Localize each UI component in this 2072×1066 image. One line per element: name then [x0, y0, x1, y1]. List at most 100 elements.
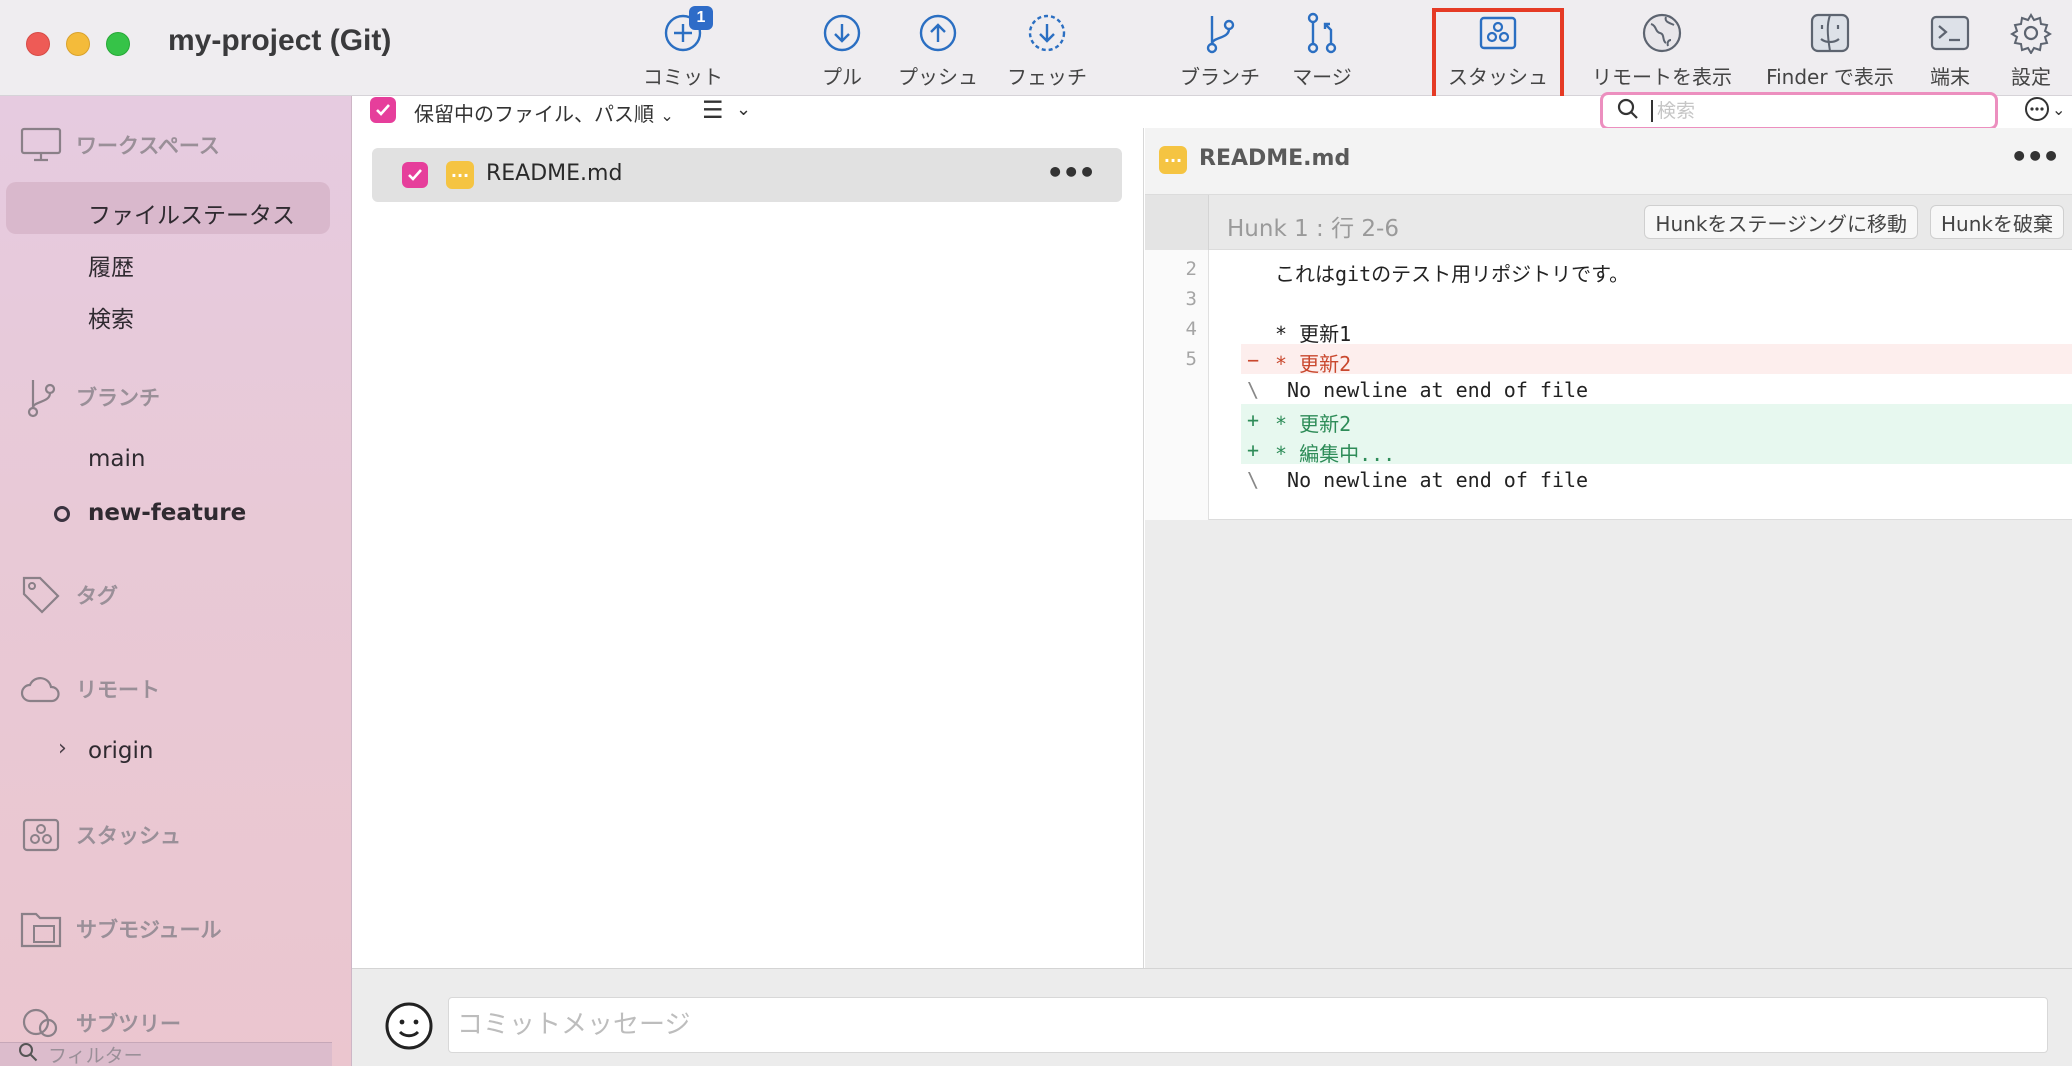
settings-button[interactable]: 設定	[2004, 10, 2058, 90]
disclosure-chevron-right-icon[interactable]: ›	[58, 736, 67, 761]
commit-message-input[interactable]	[448, 997, 2048, 1053]
file-sort-label: 保留中のファイル、パス順	[414, 102, 654, 126]
monitor-icon	[20, 124, 62, 166]
diff-line-gutter	[1145, 434, 1209, 464]
window-title: my-project (Git)	[168, 24, 392, 57]
diff-line-del[interactable]: 5 − * 更新2	[1145, 344, 2072, 376]
file-actions-ellipsis-icon[interactable]: •••	[1046, 156, 1096, 189]
sidebar-section-branches[interactable]: ブランチ	[20, 376, 160, 418]
zoom-window-button[interactable]	[106, 32, 130, 56]
show-in-finder-button[interactable]: Finder で表示	[1760, 10, 1900, 90]
diff-file-name: README.md	[1199, 146, 1351, 171]
cloud-icon	[20, 668, 62, 710]
line-text: No newline at end of file	[1275, 378, 1589, 402]
sidebar-item-branch-new-feature[interactable]: new-feature	[88, 500, 246, 526]
sidebar-item-remote-origin[interactable]: origin	[88, 738, 154, 764]
line-text: これはgitのテスト用リポジトリです。	[1275, 262, 1630, 286]
line-text: No newline at end of file	[1275, 468, 1589, 492]
sidebar-item-branch-main[interactable]: main	[88, 446, 145, 472]
stash-icon	[20, 814, 62, 856]
hunk-title: Hunk 1 : 行 2-6	[1227, 216, 1399, 242]
merge-label: マージ	[1292, 65, 1352, 89]
sidebar-item-file-status[interactable]: ファイルステータス	[88, 196, 295, 230]
chevron-down-icon[interactable]: ⌄	[736, 99, 751, 120]
more-options-button[interactable]: ⌄	[2024, 96, 2065, 122]
pull-button[interactable]: プル	[812, 10, 872, 90]
subtree-icon	[20, 1002, 62, 1044]
globe-icon	[1638, 10, 1686, 55]
sidebar-workspace-title: ワークスペース	[76, 134, 220, 158]
diff-line-ctx[interactable]: 3	[1145, 284, 2072, 314]
fetch-dashed-arrow-icon	[1023, 10, 1071, 55]
diff-line-note[interactable]: \ No newline at end of file	[1145, 464, 2072, 494]
avatar[interactable]	[384, 1001, 434, 1055]
diff-marker: +	[1247, 408, 1260, 432]
terminal-icon	[1926, 10, 1974, 55]
diff-line-add[interactable]: + * 編集中...	[1145, 434, 2072, 466]
diff-line-ctx[interactable]: 2 これはgitのテスト用リポジトリです。	[1145, 254, 2072, 286]
sidebar-remotes-title: リモート	[76, 678, 160, 702]
gear-icon	[2007, 10, 2055, 55]
show-remote-button[interactable]: リモートを表示	[1592, 10, 1732, 90]
line-text: * 編集中...	[1275, 442, 1396, 466]
fetch-button[interactable]: フェッチ	[1004, 10, 1090, 90]
sidebar-tags-title: タグ	[76, 584, 118, 608]
diff-line-note[interactable]: \ No newline at end of file	[1145, 374, 2072, 404]
sidebar-section-submodules[interactable]: サブモジュール	[20, 908, 222, 950]
sidebar-stashes-title: スタッシュ	[76, 824, 181, 848]
sidebar-section-remotes[interactable]: リモート	[20, 668, 160, 710]
merge-button[interactable]: マージ	[1290, 10, 1354, 90]
sidebar-section-tags[interactable]: タグ	[20, 574, 118, 616]
more-circle-icon	[2025, 97, 2049, 121]
sidebar-filter-placeholder: フィルター	[48, 1045, 143, 1066]
commit-button[interactable]: 1 コミット	[642, 6, 724, 90]
sidebar-filter[interactable]: フィルター	[0, 1042, 332, 1066]
terminal-button[interactable]: 端末	[1924, 10, 1976, 90]
diff-actions-ellipsis-icon[interactable]: •••	[2010, 140, 2060, 173]
commit-label: コミット	[643, 65, 723, 89]
diff-line-ctx[interactable]: 4 * 更新1	[1145, 314, 2072, 346]
sidebar-item-search[interactable]: 検索	[88, 300, 134, 334]
diff-marker: −	[1247, 348, 1260, 372]
commit-bar	[352, 968, 2072, 1066]
search-icon	[1617, 98, 1639, 124]
sidebar-section-subtrees[interactable]: サブツリー	[20, 1002, 181, 1044]
view-options-list-icon[interactable]: ☰	[702, 96, 724, 124]
terminal-label: 端末	[1930, 65, 1970, 89]
sidebar-section-stashes[interactable]: スタッシュ	[20, 814, 181, 856]
diff-line-add[interactable]: + * 更新2	[1145, 404, 2072, 436]
toolbar: my-project (Git) 1 コミット プル プッシュ フェッチ ブラン…	[0, 0, 2072, 96]
push-label: プッシュ	[898, 65, 978, 89]
diff-marker: \	[1247, 378, 1260, 402]
tag-icon	[20, 574, 62, 616]
branch-label: ブランチ	[1180, 65, 1260, 89]
hunk-gutter	[1145, 195, 1209, 251]
search-input[interactable]	[1651, 100, 1971, 122]
select-all-checkbox[interactable]	[370, 97, 396, 123]
commit-count-badge: 1	[689, 6, 713, 30]
hunk-header: Hunk 1 : 行 2-6 Hunkをステージングに移動 Hunkを破棄	[1145, 194, 2072, 251]
push-arrow-up-icon	[914, 10, 962, 55]
sidebar-branches-title: ブランチ	[76, 386, 160, 410]
push-button[interactable]: プッシュ	[896, 10, 980, 90]
minimize-window-button[interactable]	[66, 32, 90, 56]
sidebar-subtrees-title: サブツリー	[76, 1012, 181, 1036]
user-face-icon	[385, 1002, 433, 1050]
file-list-pane	[352, 128, 1144, 968]
settings-label: 設定	[2011, 65, 2051, 89]
search-box[interactable]	[1600, 92, 1998, 130]
sidebar-section-workspace[interactable]: ワークスペース	[20, 124, 220, 166]
stage-hunk-button[interactable]: Hunkをステージングに移動	[1644, 205, 1918, 239]
branch-button[interactable]: ブランチ	[1178, 10, 1262, 90]
sidebar-submodules-title: サブモジュール	[76, 918, 222, 942]
file-sort-dropdown[interactable]: 保留中のファイル、パス順 ⌄	[414, 98, 674, 127]
merge-icon	[1298, 10, 1346, 55]
line-number: 3	[1185, 288, 1197, 310]
file-stage-checkbox[interactable]	[402, 162, 428, 188]
submodule-folder-icon	[20, 908, 62, 950]
sidebar-item-history[interactable]: 履歴	[88, 248, 134, 282]
discard-hunk-button[interactable]: Hunkを破棄	[1930, 205, 2064, 239]
close-window-button[interactable]	[26, 32, 50, 56]
line-text: * 更新2	[1275, 412, 1352, 436]
file-row[interactable]: ··· README.md •••	[372, 148, 1122, 202]
